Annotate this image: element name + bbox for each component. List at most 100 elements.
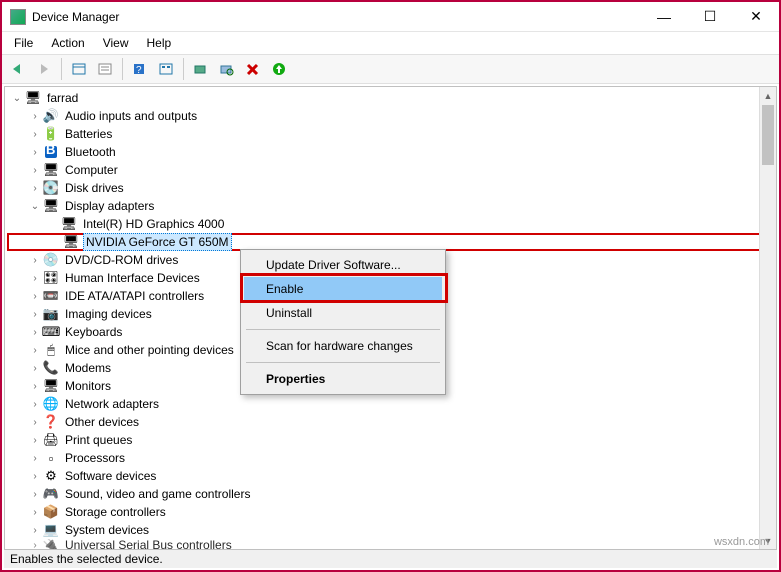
tree-item[interactable]: ›Storage controllers bbox=[7, 503, 776, 521]
ic-usb-icon bbox=[43, 539, 59, 550]
expander-icon[interactable]: › bbox=[27, 327, 43, 338]
ic-root-icon bbox=[25, 90, 41, 106]
expander-icon[interactable]: › bbox=[27, 309, 43, 320]
ic-bt-icon bbox=[43, 144, 59, 160]
context-menu-item[interactable]: Update Driver Software... bbox=[244, 253, 442, 277]
status-text: Enables the selected device. bbox=[10, 552, 163, 566]
expander-icon[interactable]: › bbox=[27, 111, 43, 122]
window-controls: — ☐ ✕ bbox=[641, 2, 779, 32]
expander-icon[interactable]: › bbox=[27, 540, 43, 551]
tree-item-label: Print queues bbox=[63, 432, 134, 448]
tree-item[interactable]: ›System devices bbox=[7, 521, 776, 539]
tree-item[interactable]: › Software devices bbox=[7, 467, 776, 485]
view-button[interactable] bbox=[154, 57, 178, 81]
minimize-button[interactable]: — bbox=[641, 2, 687, 32]
ic-dvd-icon bbox=[43, 252, 59, 268]
tree-item-label: Sound, video and game controllers bbox=[63, 486, 252, 502]
update-driver-button[interactable] bbox=[189, 57, 213, 81]
expander-icon[interactable]: › bbox=[27, 363, 43, 374]
tree-item-label: farrad bbox=[45, 90, 80, 106]
ic-gpu-dis-icon bbox=[63, 234, 79, 250]
separator bbox=[122, 58, 123, 80]
tree-item-label: Software devices bbox=[63, 468, 158, 484]
menu-file[interactable]: File bbox=[6, 34, 41, 52]
tree-item[interactable]: ⌄ Display adapters bbox=[7, 197, 776, 215]
ic-soft-icon bbox=[43, 468, 59, 484]
menubar: File Action View Help bbox=[2, 32, 779, 54]
tree-item[interactable]: ›Network adapters bbox=[7, 395, 776, 413]
expander-icon[interactable]: › bbox=[27, 147, 43, 158]
close-button[interactable]: ✕ bbox=[733, 2, 779, 32]
tree-root[interactable]: ⌄ farrad bbox=[7, 89, 776, 107]
tree-item[interactable]: ›Computer bbox=[7, 161, 776, 179]
tree-item[interactable]: ›Batteries bbox=[7, 125, 776, 143]
expander-icon[interactable]: › bbox=[27, 291, 43, 302]
tree-item[interactable]: ›Other devices bbox=[7, 413, 776, 431]
maximize-button[interactable]: ☐ bbox=[687, 2, 733, 32]
tree-child-item[interactable]: Intel(R) HD Graphics 4000 bbox=[7, 215, 776, 233]
expander-icon[interactable]: › bbox=[27, 183, 43, 194]
expander-icon[interactable]: › bbox=[27, 129, 43, 140]
context-menu-item[interactable]: Scan for hardware changes bbox=[244, 334, 442, 358]
expander-icon[interactable]: › bbox=[27, 453, 43, 464]
help-button[interactable]: ? bbox=[128, 57, 152, 81]
show-hidden-button[interactable] bbox=[67, 57, 91, 81]
tree-item-label: Display adapters bbox=[63, 198, 156, 214]
statusbar: Enables the selected device. bbox=[4, 550, 777, 568]
tree-item[interactable]: › Audio inputs and outputs bbox=[7, 107, 776, 125]
expander-icon[interactable]: › bbox=[27, 507, 43, 518]
context-menu-item[interactable]: Enable bbox=[244, 277, 442, 301]
tree-item-label: DVD/CD-ROM drives bbox=[63, 252, 180, 268]
scroll-thumb[interactable] bbox=[762, 105, 774, 165]
context-menu-item[interactable]: Uninstall bbox=[244, 301, 442, 325]
ic-disk-icon bbox=[43, 180, 59, 196]
expander-icon[interactable]: › bbox=[27, 255, 43, 266]
tree-item[interactable]: ›Disk drives bbox=[7, 179, 776, 197]
expander-icon[interactable]: › bbox=[27, 399, 43, 410]
tree-item-label: Modems bbox=[63, 360, 113, 376]
expander-icon[interactable]: › bbox=[27, 273, 43, 284]
expander-icon[interactable]: › bbox=[27, 489, 43, 500]
ic-modem-icon bbox=[43, 360, 59, 376]
ic-ide-icon bbox=[43, 288, 59, 304]
menu-view[interactable]: View bbox=[95, 34, 137, 52]
titlebar: Device Manager — ☐ ✕ bbox=[2, 2, 779, 32]
ic-storage-icon bbox=[43, 504, 59, 520]
expander-icon[interactable]: › bbox=[27, 435, 43, 446]
delete-button[interactable] bbox=[241, 57, 265, 81]
ic-kb-icon bbox=[43, 324, 59, 340]
expander-icon[interactable]: › bbox=[27, 525, 43, 536]
tree-item[interactable]: › Universal Serial Bus controllers bbox=[7, 539, 776, 550]
forward-button[interactable] bbox=[32, 57, 56, 81]
expander-icon[interactable]: › bbox=[27, 471, 43, 482]
ic-mouse-icon bbox=[43, 342, 59, 358]
expander-icon[interactable]: › bbox=[27, 345, 43, 356]
expander-icon[interactable]: ⌄ bbox=[9, 93, 25, 104]
scroll-up-arrow[interactable]: ▲ bbox=[760, 87, 776, 104]
ic-other-icon bbox=[43, 414, 59, 430]
expander-icon[interactable]: › bbox=[27, 165, 43, 176]
ic-cpu-icon bbox=[43, 450, 59, 466]
back-button[interactable] bbox=[6, 57, 30, 81]
separator bbox=[183, 58, 184, 80]
context-menu-item[interactable]: Properties bbox=[244, 367, 442, 391]
tree-item-label: Audio inputs and outputs bbox=[63, 108, 199, 124]
scan-button[interactable] bbox=[215, 57, 239, 81]
tree-item[interactable]: ›Processors bbox=[7, 449, 776, 467]
tree-item-label: Intel(R) HD Graphics 4000 bbox=[81, 216, 226, 232]
svg-text:?: ? bbox=[136, 65, 142, 76]
vertical-scrollbar[interactable]: ▲ ▼ bbox=[759, 87, 776, 549]
tree-item[interactable]: ›Bluetooth bbox=[7, 143, 776, 161]
ic-monitor-icon bbox=[43, 378, 59, 394]
tree-item[interactable]: › Print queues bbox=[7, 431, 776, 449]
enable-button[interactable] bbox=[267, 57, 291, 81]
menu-help[interactable]: Help bbox=[139, 34, 180, 52]
expander-icon[interactable]: › bbox=[27, 381, 43, 392]
menu-action[interactable]: Action bbox=[43, 34, 92, 52]
tree-item-label: Universal Serial Bus controllers bbox=[63, 539, 234, 550]
expander-icon[interactable]: ⌄ bbox=[27, 201, 43, 212]
tree-item[interactable]: › Sound, video and game controllers bbox=[7, 485, 776, 503]
context-menu-separator bbox=[246, 362, 440, 363]
expander-icon[interactable]: › bbox=[27, 417, 43, 428]
properties-button[interactable] bbox=[93, 57, 117, 81]
